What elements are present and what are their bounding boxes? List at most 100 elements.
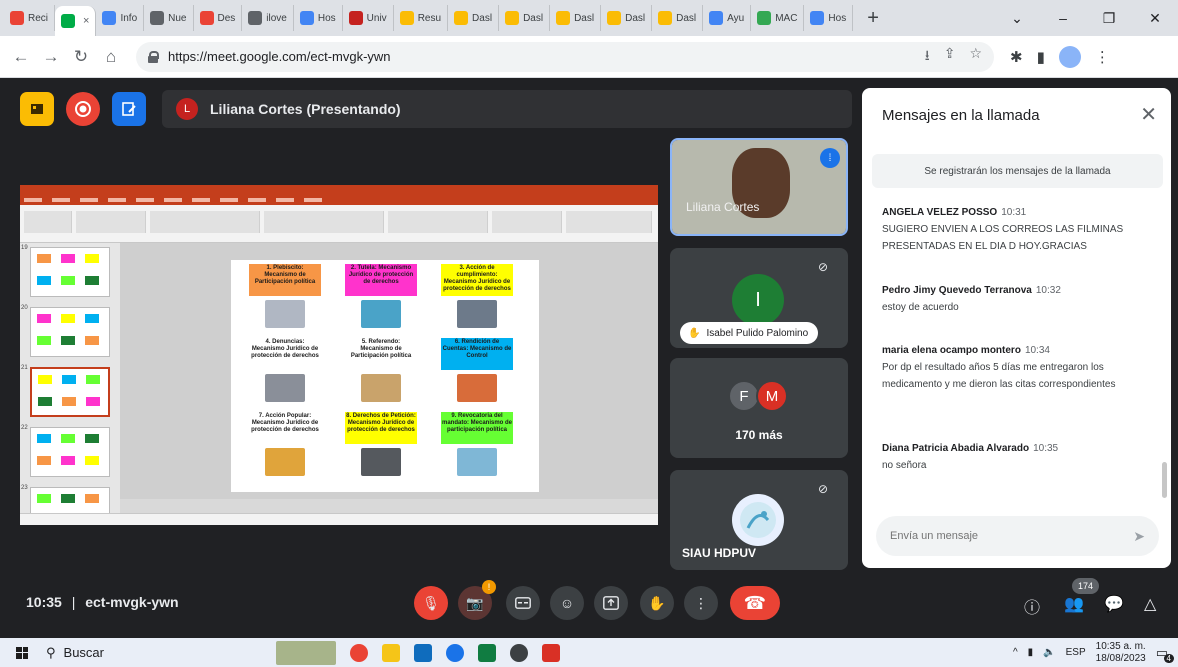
browser-tab[interactable]: Univ [343, 5, 394, 31]
tile-speaker[interactable]: ⁞ Liliana Cortes [670, 138, 848, 236]
message-header: ANGELA VELEZ POSSO 10:31 [882, 204, 1152, 221]
tray-chevron-icon[interactable]: ^ [1013, 647, 1018, 658]
browser-tab[interactable]: Dasl [448, 5, 500, 31]
excel-icon[interactable] [478, 643, 496, 662]
notification-icon[interactable]: ▭ 4 [1156, 645, 1174, 663]
mic-off-button[interactable]: 🎙 [414, 586, 448, 620]
end-call-button[interactable]: ☎ [730, 586, 780, 620]
chat-title: Mensajes en la llamada [882, 107, 1040, 124]
captions-button[interactable] [506, 586, 540, 620]
new-tab-button[interactable]: + [853, 0, 893, 36]
acrobat-icon[interactable] [542, 643, 560, 662]
slide-thumbnail[interactable] [30, 367, 110, 417]
volume-icon[interactable]: 🔈 [1043, 647, 1055, 658]
tile-isabel[interactable]: ⊘ I ✋ Isabel Pulido Palomino [670, 248, 848, 348]
slide-thumbnail[interactable] [30, 427, 110, 477]
profile-avatar[interactable] [1058, 45, 1081, 68]
language-indicator[interactable]: ESP [1066, 647, 1086, 658]
emoji-icon[interactable]: ☺ [550, 586, 584, 620]
browser-tab[interactable]: Hos [294, 5, 343, 31]
taskbar-search[interactable]: ⚲ Buscar [46, 638, 236, 667]
browser-tab[interactable]: Resu [394, 5, 449, 31]
activities-icon[interactable] [20, 92, 54, 126]
tab-favicon-icon [454, 11, 469, 25]
tile-more-participants[interactable]: F M 170 más [670, 358, 848, 458]
side-panel-icon[interactable]: ▮ [1037, 48, 1045, 66]
notification-count: 4 [1163, 653, 1174, 663]
home-icon[interactable]: ⌂ [96, 47, 126, 67]
browser-tab[interactable]: Dasl [550, 5, 602, 31]
share-icon[interactable]: ⇪ [944, 45, 956, 69]
extensions-puzzle-icon[interactable]: ✱ [1010, 48, 1023, 66]
url-field[interactable]: https://meet.google.com/ect-mvgk-ywn ⭳ ⇪… [136, 41, 994, 72]
browser-tab[interactable]: × [55, 6, 97, 36]
browser-tab[interactable]: ilove [242, 5, 294, 31]
notes-icon[interactable] [112, 92, 146, 126]
meeting-details-icon[interactable]: ⓘ [1024, 594, 1040, 618]
more-avatar-m: M [756, 380, 788, 412]
mic-off-icon: ⊘ [818, 482, 829, 496]
chat-icon[interactable]: 💬 [1104, 594, 1124, 614]
people-icon[interactable]: 👥 [1064, 594, 1084, 614]
bookmark-star-icon[interactable]: ☆ [969, 45, 982, 69]
browser-tab[interactable]: Des [194, 5, 243, 31]
restore-button[interactable]: ❐ [1086, 0, 1132, 36]
browser-tab[interactable]: Info [96, 5, 145, 31]
more-menu-icon[interactable]: ⋮ [1095, 48, 1110, 66]
browser-tab[interactable]: Hos [804, 5, 854, 31]
slide-illustration [457, 374, 497, 402]
file-explorer-icon[interactable] [382, 643, 400, 662]
lock-icon[interactable] [148, 50, 159, 63]
raise-hand-icon[interactable]: ✋ [640, 586, 674, 620]
tile-siau[interactable]: ⊘ SIAU HDPUV [670, 470, 848, 570]
siau-avatar [732, 494, 784, 546]
minimize-button[interactable]: – [1040, 0, 1086, 36]
message-input[interactable] [890, 530, 1134, 542]
send-icon[interactable]: ➤ [1133, 528, 1145, 545]
tab-favicon-icon [150, 11, 165, 25]
address-bar: ← → ↻ ⌂ https://meet.google.com/ect-mvgk… [0, 36, 1178, 78]
internet-explorer-icon[interactable] [446, 643, 464, 662]
forward-arrow-icon[interactable]: → [36, 47, 66, 67]
recording-icon[interactable] [66, 92, 100, 126]
taskbar-widget-image[interactable] [276, 640, 336, 665]
chat-scrollbar[interactable] [1162, 462, 1167, 498]
slide-illustration [457, 300, 497, 328]
browser-tab[interactable]: Reci [4, 5, 56, 31]
browser-tab[interactable]: MAC [751, 5, 805, 31]
reload-icon[interactable]: ↻ [66, 47, 96, 67]
slide-thumbnail[interactable] [30, 247, 110, 297]
more-options-icon[interactable]: ⋮ [684, 586, 718, 620]
activities-shapes-icon[interactable]: △ [1144, 594, 1156, 614]
message-text: SUGIERO ENVIEN A LOS CORREOS LAS FILMINA… [882, 224, 1124, 252]
browser-tab[interactable]: Dasl [499, 5, 551, 31]
download-icon[interactable]: ⭳ [925, 45, 930, 69]
thumb-number: 22 [21, 425, 28, 431]
browser-tab[interactable]: Dasl [601, 5, 653, 31]
browser-tab[interactable]: Dasl [652, 5, 704, 31]
message-time: 10:35 [1033, 443, 1059, 454]
meet-stage: L Liliana Cortes (Presentando) 19 20 21 22 2… [0, 78, 1178, 638]
tab-label: ilove [266, 12, 287, 24]
slide-thumbnail[interactable] [30, 307, 110, 357]
tab-close-icon[interactable]: × [83, 15, 89, 27]
browser-tab[interactable]: Nue [144, 5, 194, 31]
back-arrow-icon[interactable]: ← [6, 47, 36, 67]
tab-label: Dasl [676, 12, 697, 24]
thumb-number: 23 [21, 485, 28, 491]
tab-search-icon[interactable]: ⌄ [994, 0, 1040, 36]
tray-network-icon[interactable]: ▮ [1028, 647, 1034, 658]
browser-tab[interactable]: Ayu [703, 5, 752, 31]
close-icon[interactable]: ✕ [1140, 102, 1157, 127]
close-window-button[interactable]: ✕ [1132, 0, 1178, 36]
tab-favicon-icon [810, 11, 825, 25]
shared-screen[interactable]: 19 20 21 22 23 1. Plebiscito: Mecanismo de P… [20, 185, 658, 525]
windows-start-icon[interactable] [16, 646, 28, 659]
slide-mechanism-box: 3. Acción de cumplimiento: Mecanismo Jur… [441, 264, 513, 296]
chat-notice: Se registrarán los mensajes de la llamad… [872, 154, 1163, 188]
outlook-icon[interactable] [414, 643, 432, 662]
app-icon[interactable] [510, 643, 528, 662]
present-screen-button[interactable] [594, 586, 628, 620]
chrome-icon[interactable] [350, 643, 368, 662]
taskbar-clock[interactable]: 10:35 a. m. 18/08/2023 [1096, 641, 1146, 665]
